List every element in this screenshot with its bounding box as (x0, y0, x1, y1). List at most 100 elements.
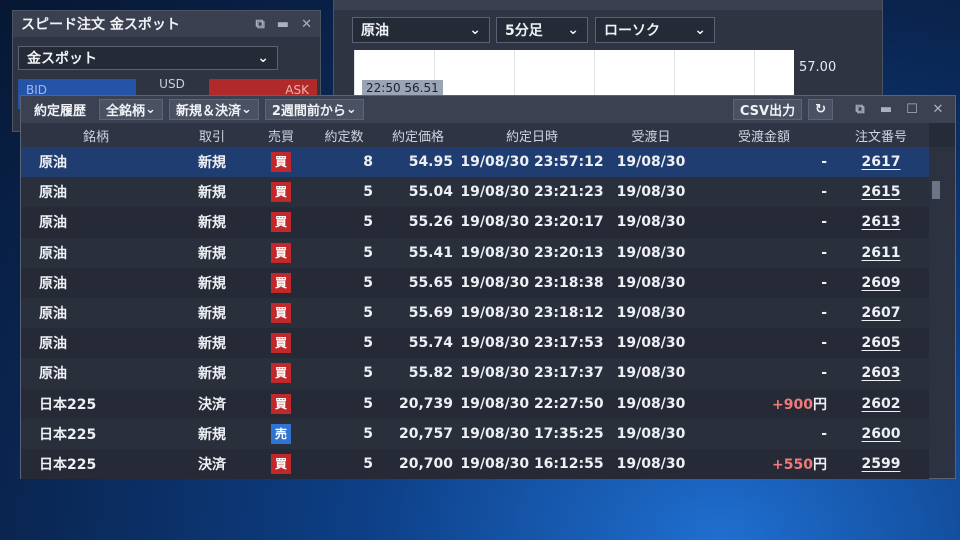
column-header[interactable]: 銘柄 (21, 126, 171, 145)
speed-order-titlebar: スピード注文 金スポット ⧉ ▬ ✕ (13, 11, 320, 37)
cell-type: 新規 (198, 155, 226, 172)
cell-amount: - (695, 245, 833, 261)
amount-value: +550 (772, 456, 813, 473)
amount-value: - (821, 244, 827, 261)
csv-export-button[interactable]: CSV出力 (732, 99, 803, 120)
side-badge: 買 (271, 272, 291, 293)
order-link[interactable]: 2613 (862, 214, 901, 230)
cell-order-number[interactable]: 2600 (833, 426, 929, 442)
table-row[interactable]: 日本225 決済 買 5 20,700 19/08/30 16:12:55 19/08/30… (21, 448, 929, 480)
chart-interval-select[interactable]: 5分足 ⌄ (496, 17, 588, 43)
cell-amount: - (695, 275, 833, 291)
filter-symbol-dropdown[interactable]: 全銘柄 ⌄ (99, 99, 163, 120)
column-header[interactable]: 約定価格 (379, 126, 457, 145)
column-header[interactable]: 約定日時 (457, 126, 607, 145)
amount-value: - (821, 214, 827, 231)
filter-period-dropdown[interactable]: 2週間前から ⌄ (264, 99, 364, 120)
order-link[interactable]: 2617 (862, 154, 901, 170)
cell-qty: 5 (363, 305, 373, 322)
cell-order-number[interactable]: 2599 (833, 456, 929, 472)
cell-order-number[interactable]: 2609 (833, 275, 929, 291)
table-row[interactable]: 原油 新規 買 5 55.69 19/08/30 23:18:12 19/08/30 - 260… (21, 297, 929, 329)
cell-order-number[interactable]: 2607 (833, 305, 929, 321)
chart-type-select[interactable]: ローソク ⌄ (595, 17, 715, 43)
cell-price: 55.74 (408, 335, 453, 352)
amount-value: - (821, 184, 827, 201)
table-row[interactable]: 原油 新規 買 8 54.95 19/08/30 23:57:12 19/08/30 - 261… (21, 147, 929, 178)
order-link[interactable]: 2605 (862, 335, 901, 351)
table-row[interactable]: 日本225 新規 売 5 20,757 19/08/30 17:35:25 19/08/30… (21, 418, 929, 449)
popout-icon[interactable]: ⧉ (853, 102, 867, 117)
cell-amount: - (695, 305, 833, 321)
amount-value: - (821, 335, 827, 352)
table-row[interactable]: 原油 新規 買 5 55.04 19/08/30 23:21:23 19/08/30 - 261… (21, 177, 929, 208)
table-row[interactable]: 原油 新規 買 5 55.41 19/08/30 23:20:13 19/08/30 - 261… (21, 237, 929, 268)
cell-settle-date: 19/08/30 (616, 335, 686, 352)
cell-qty: 5 (363, 365, 373, 382)
cell-type: 新規 (198, 366, 226, 383)
cell-amount: - (695, 154, 833, 170)
order-link[interactable]: 2602 (862, 396, 901, 412)
table-row[interactable]: 原油 新規 買 5 55.74 19/08/30 23:17:53 19/08/30 - 260… (21, 328, 929, 359)
cell-datetime: 19/08/30 23:18:38 (460, 274, 604, 291)
order-link[interactable]: 2615 (862, 184, 901, 200)
chevron-down-icon: ⌄ (694, 22, 706, 38)
cell-settle-date: 19/08/30 (616, 184, 686, 201)
cell-order-number[interactable]: 2605 (833, 335, 929, 351)
minimize-icon[interactable]: ▬ (277, 17, 289, 32)
execution-history-window: 約定履歴 全銘柄 ⌄ 新規＆決済 ⌄ 2週間前から ⌄ CSV出力 ↻ ⧉ ▬ … (20, 95, 956, 480)
table-row[interactable]: 原油 新規 買 5 55.26 19/08/30 23:20:17 19/08/30 - 261… (21, 207, 929, 238)
cell-type: 決済 (198, 396, 226, 413)
column-header[interactable]: 売買 (253, 126, 309, 145)
cell-amount: +900円 (695, 394, 833, 414)
cell-price: 55.26 (408, 214, 453, 231)
column-header[interactable]: 取引 (171, 126, 253, 145)
maximize-icon[interactable]: ☐ (905, 102, 919, 117)
cell-order-number[interactable]: 2617 (833, 154, 929, 170)
cell-settle-date: 19/08/30 (616, 455, 686, 472)
filter-type-dropdown[interactable]: 新規＆決済 ⌄ (168, 99, 259, 120)
order-link[interactable]: 2600 (862, 426, 901, 442)
cell-qty: 5 (363, 335, 373, 352)
cell-type: 新規 (198, 185, 226, 202)
chart-symbol-value: 原油 (361, 23, 389, 39)
cell-order-number[interactable]: 2613 (833, 214, 929, 230)
cell-side: 買 (253, 453, 309, 474)
column-header[interactable]: 注文番号 (833, 126, 929, 145)
close-icon[interactable]: ✕ (301, 17, 312, 32)
vertical-scrollbar[interactable] (929, 147, 955, 478)
scrollbar-thumb[interactable] (932, 181, 940, 199)
table-row[interactable]: 原油 新規 買 5 55.65 19/08/30 23:18:38 19/08/30 - 260… (21, 267, 929, 298)
cell-order-number[interactable]: 2602 (833, 396, 929, 412)
minimize-icon[interactable]: ▬ (879, 102, 893, 117)
amount-unit: 円 (813, 456, 827, 473)
cell-qty: 5 (363, 244, 373, 261)
column-header[interactable]: 受渡金額 (695, 126, 833, 145)
chart-symbol-select[interactable]: 原油 ⌄ (352, 17, 490, 43)
cell-order-number[interactable]: 2615 (833, 184, 929, 200)
chart-type-value: ローソク (604, 23, 660, 39)
amount-unit: 円 (813, 396, 827, 413)
chevron-down-icon: ⌄ (240, 102, 252, 117)
cell-price: 20,700 (398, 455, 453, 472)
chevron-down-icon: ⌄ (567, 22, 579, 38)
speed-symbol-select[interactable]: 金スポット ⌄ (18, 46, 278, 70)
cell-order-number[interactable]: 2611 (833, 245, 929, 261)
order-link[interactable]: 2603 (862, 365, 901, 381)
order-link[interactable]: 2599 (862, 456, 901, 472)
order-link[interactable]: 2611 (862, 245, 901, 261)
cell-price: 55.41 (408, 244, 453, 261)
column-header[interactable]: 受渡日 (607, 126, 695, 145)
order-link[interactable]: 2609 (862, 275, 901, 291)
cell-symbol: 原油 (39, 336, 67, 353)
close-icon[interactable]: ✕ (931, 102, 945, 117)
column-header[interactable]: 約定数 (309, 126, 379, 145)
popout-icon[interactable]: ⧉ (256, 17, 265, 32)
refresh-button[interactable]: ↻ (808, 99, 833, 120)
table-row[interactable]: 日本225 決済 買 5 20,739 19/08/30 22:27:50 19/08/30… (21, 388, 929, 419)
table-row[interactable]: 原油 新規 買 5 55.82 19/08/30 23:17:37 19/08/30 - 260… (21, 358, 929, 389)
cell-order-number[interactable]: 2603 (833, 365, 929, 381)
order-link[interactable]: 2607 (862, 305, 901, 321)
cell-datetime: 19/08/30 22:27:50 (460, 395, 604, 412)
amount-value: - (821, 274, 827, 291)
